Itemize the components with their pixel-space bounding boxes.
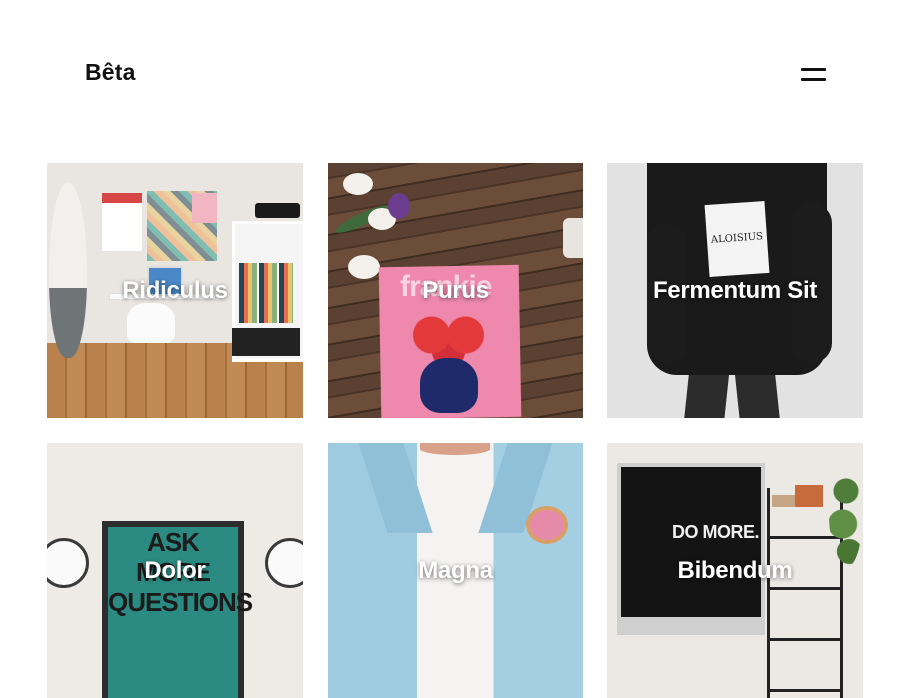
gallery-item-title: Magna (418, 556, 493, 584)
gallery-item-title: Purus (422, 276, 489, 304)
screen-text: DO MORE. (672, 522, 760, 542)
gallery-item-dolor[interactable]: ASK MORE QUESTIONS Dolor (47, 443, 303, 698)
sweatshirt-label-text: ALOISIUS (704, 200, 770, 278)
donut-badge-icon (526, 506, 568, 544)
site-header: Bêta (0, 0, 910, 150)
gallery-item-ridiculus[interactable]: Ridiculus (47, 163, 303, 418)
site-logo[interactable]: Bêta (85, 59, 136, 86)
gallery-item-magna[interactable]: Magna (328, 443, 583, 698)
gallery-item-bibendum[interactable]: DO MORE. Bibendum (607, 443, 863, 698)
gallery-item-fermentum-sit[interactable]: ALOISIUS Fermentum Sit (607, 163, 863, 418)
gallery-item-title: Bibendum (677, 556, 793, 584)
menu-button[interactable] (796, 63, 832, 87)
gallery-item-title: Ridiculus (122, 276, 228, 304)
gallery-item-purus[interactable]: frankie Purus (328, 163, 583, 418)
gallery-item-title: Dolor (144, 556, 206, 584)
gallery-item-title: Fermentum Sit (652, 276, 818, 304)
